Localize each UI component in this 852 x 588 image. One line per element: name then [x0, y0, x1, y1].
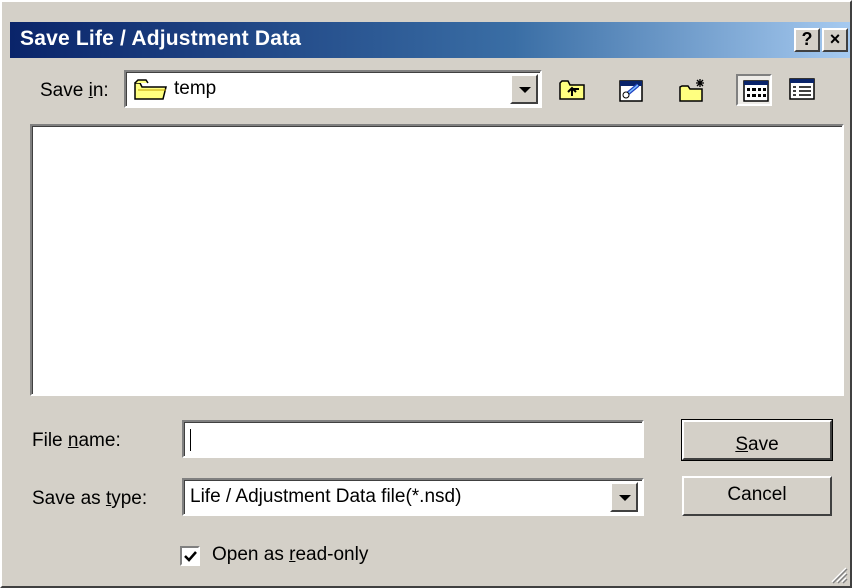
chevron-down-icon	[519, 87, 531, 93]
details-view-icon	[789, 78, 815, 100]
read-only-checkbox[interactable]	[180, 546, 200, 566]
save-as-type-select[interactable]: Life / Adjustment Data file(*.nsd)	[182, 478, 644, 516]
folder-icon	[134, 79, 167, 100]
save-as-type-dropdown-button[interactable]	[610, 482, 638, 512]
save-as-type-value: Life / Adjustment Data file(*.nsd)	[190, 486, 462, 507]
title-bar[interactable]: Save Life / Adjustment Data ? ×	[10, 22, 850, 58]
save-in-value: temp	[174, 78, 217, 99]
cancel-button[interactable]: Cancel	[682, 476, 832, 516]
dialog-title: Save Life / Adjustment Data	[20, 27, 302, 50]
details-view-button[interactable]	[784, 74, 820, 106]
up-one-level-button[interactable]	[554, 74, 590, 106]
save-as-type-label: Save as type:	[32, 488, 148, 509]
create-shortcut-icon	[619, 80, 643, 102]
save-button[interactable]: Save	[681, 419, 833, 461]
checkmark-icon	[184, 551, 197, 562]
close-icon: ×	[829, 29, 841, 49]
new-folder-button[interactable]	[674, 74, 710, 106]
save-in-dropdown-button[interactable]	[510, 74, 538, 104]
file-name-input[interactable]	[182, 420, 644, 458]
file-name-label: File name:	[32, 430, 121, 451]
new-folder-icon	[679, 79, 704, 102]
read-only-label[interactable]: Open as read-only	[212, 544, 368, 566]
help-button[interactable]: ?	[794, 28, 820, 52]
up-one-level-icon	[559, 80, 585, 100]
file-list-view[interactable]	[30, 124, 844, 396]
save-button-label: Save	[735, 434, 779, 455]
close-button[interactable]: ×	[822, 28, 848, 52]
resize-grip-icon[interactable]	[828, 564, 848, 584]
help-icon: ?	[801, 29, 813, 49]
save-in-label: Save in:	[40, 80, 109, 101]
chevron-down-icon	[619, 495, 631, 501]
save-in-combo[interactable]: temp	[124, 70, 542, 108]
text-caret	[190, 429, 191, 451]
cancel-button-label: Cancel	[727, 484, 787, 505]
save-dialog: Save Life / Adjustment Data ? × Save in:…	[0, 0, 852, 588]
list-view-button[interactable]	[736, 74, 772, 106]
create-shortcut-button[interactable]	[614, 74, 650, 106]
list-view-icon	[743, 80, 769, 102]
